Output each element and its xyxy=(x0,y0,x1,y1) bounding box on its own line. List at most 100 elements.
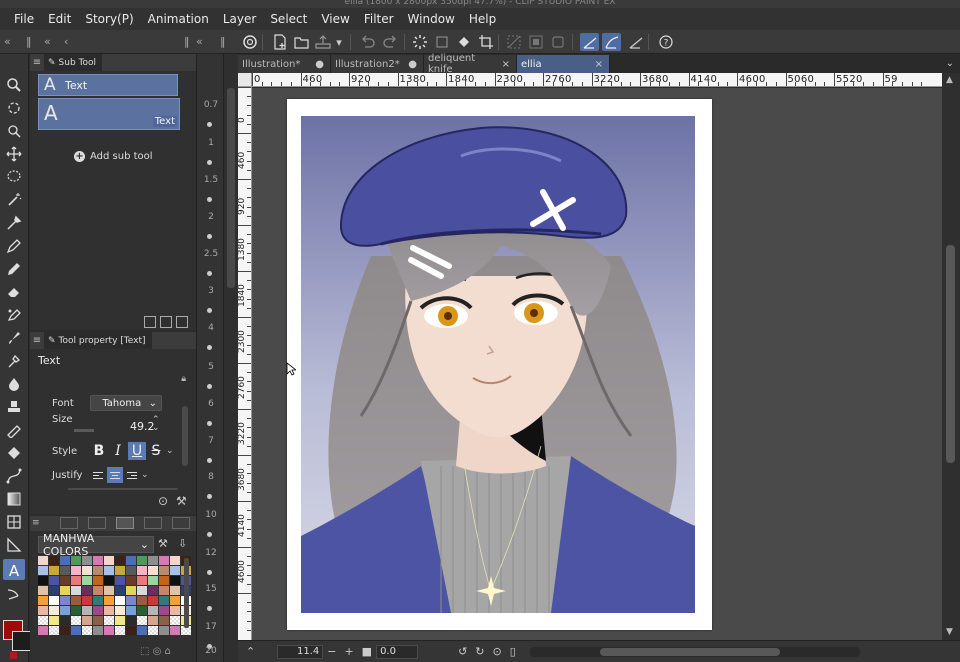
zoom-preset-dot[interactable] xyxy=(207,122,212,127)
import-icon[interactable] xyxy=(144,316,156,328)
color-swatch[interactable] xyxy=(104,556,114,565)
color-swatch[interactable] xyxy=(137,576,147,585)
zoom-preset-label[interactable]: 15 xyxy=(197,584,225,594)
dock-scrollbar[interactable] xyxy=(224,54,238,662)
tab-ellia[interactable]: ellia × xyxy=(517,55,610,73)
double-chevron-left-icon[interactable]: « xyxy=(4,35,11,48)
panel-grip-icon[interactable]: ‖ xyxy=(220,35,226,48)
swatch-scrollbar[interactable] xyxy=(184,558,189,628)
wrench-icon[interactable]: ⚒︎ xyxy=(158,537,168,550)
color-swatch[interactable] xyxy=(115,556,125,565)
chevron-down-icon[interactable]: ⌄ xyxy=(141,470,149,480)
color-swatch[interactable] xyxy=(115,616,125,625)
flip-icon[interactable]: ▯ xyxy=(510,645,516,658)
color-swatch[interactable] xyxy=(137,596,147,605)
help-question-icon[interactable]: ? xyxy=(656,33,675,51)
scroll-up-icon[interactable]: ▲ xyxy=(946,75,953,85)
zoom-preset-dot[interactable] xyxy=(207,384,212,389)
brush-tool-icon[interactable] xyxy=(3,327,25,348)
panel-grip-icon[interactable]: ‖ xyxy=(26,35,32,48)
vector-curve-icon[interactable] xyxy=(3,465,25,486)
ruler-tool-icon[interactable] xyxy=(3,534,25,555)
canvas-paper[interactable] xyxy=(287,99,712,630)
zoom-out-button[interactable]: − xyxy=(327,645,336,658)
color-swatch[interactable] xyxy=(104,596,114,605)
color-swatch[interactable] xyxy=(82,556,92,565)
color-swatch[interactable] xyxy=(148,566,158,575)
zoom-preset-label[interactable]: 8 xyxy=(197,472,225,482)
color-swatch[interactable] xyxy=(170,616,180,625)
size-spinner-icon[interactable]: ⌃ ⌄ xyxy=(152,416,160,433)
zoom-preset-dot[interactable] xyxy=(207,570,212,575)
rotate-right-icon[interactable]: ↻ xyxy=(475,645,484,658)
color-swatch[interactable] xyxy=(93,626,103,635)
color-swatch[interactable] xyxy=(137,566,147,575)
menu-window[interactable]: Window xyxy=(401,8,462,30)
decoration-tool-icon[interactable] xyxy=(3,304,25,325)
zoom-preset-dot[interactable] xyxy=(207,197,212,202)
loading-spinner-icon[interactable] xyxy=(410,33,429,51)
color-swatch[interactable] xyxy=(126,626,136,635)
color-swatch[interactable] xyxy=(38,626,48,635)
color-swatch[interactable] xyxy=(49,576,59,585)
color-swatch[interactable] xyxy=(93,576,103,585)
color-swatch[interactable] xyxy=(170,626,180,635)
zoom-preset-label[interactable]: 10 xyxy=(197,510,225,520)
color-swatch[interactable] xyxy=(71,606,81,615)
color-swatch[interactable] xyxy=(170,566,180,575)
color-swatch[interactable] xyxy=(60,616,70,625)
color-swatch[interactable] xyxy=(71,626,81,635)
download-icon[interactable]: ⇩ xyxy=(178,537,187,550)
color-swatch[interactable] xyxy=(49,616,59,625)
color-swatch[interactable] xyxy=(71,586,81,595)
chevron-down-icon[interactable]: ⌄ xyxy=(946,58,954,69)
color-swatch[interactable] xyxy=(82,606,92,615)
snap-grid-icon[interactable] xyxy=(626,33,645,51)
color-swatch[interactable] xyxy=(159,626,169,635)
close-icon[interactable]: × xyxy=(502,59,510,70)
color-swatch[interactable] xyxy=(137,626,147,635)
color-swatch[interactable] xyxy=(115,576,125,585)
zoom-preset-dot[interactable] xyxy=(207,458,212,463)
color-wheel-tab-icon[interactable] xyxy=(60,517,78,529)
color-swatch[interactable] xyxy=(49,566,59,575)
zoom-preset-label[interactable]: 4 xyxy=(197,323,225,333)
color-swatch-grid[interactable] xyxy=(38,556,191,635)
color-swatch[interactable] xyxy=(159,616,169,625)
color-swatch[interactable] xyxy=(49,556,59,565)
color-swatch[interactable] xyxy=(148,596,158,605)
color-swatch[interactable] xyxy=(148,556,158,565)
color-swatch[interactable] xyxy=(60,626,70,635)
zoom-preset-dot[interactable] xyxy=(207,271,212,276)
menu-view[interactable]: View xyxy=(314,8,356,30)
color-swatch[interactable] xyxy=(93,616,103,625)
menu-select[interactable]: Select xyxy=(263,8,314,30)
color-swatch[interactable] xyxy=(104,616,114,625)
color-swatch[interactable] xyxy=(148,616,158,625)
menu-animation[interactable]: Animation xyxy=(141,8,216,30)
color-swatch[interactable] xyxy=(148,576,158,585)
color-swatch[interactable] xyxy=(126,556,136,565)
color-swatch[interactable] xyxy=(137,606,147,615)
color-swatch[interactable] xyxy=(115,566,125,575)
zoom-in-button[interactable]: + xyxy=(344,645,353,658)
color-swatch[interactable] xyxy=(170,596,180,605)
tab-illustration2[interactable]: Illustration2* ● xyxy=(331,55,424,73)
zoom-preset-dot[interactable] xyxy=(207,160,212,165)
zoom-value-field[interactable]: 11.4 xyxy=(277,644,324,659)
color-swatch[interactable] xyxy=(159,566,169,575)
color-swatch[interactable] xyxy=(71,576,81,585)
blend-tool-icon[interactable] xyxy=(3,373,25,394)
eraser-tool-icon[interactable] xyxy=(3,281,25,302)
color-swatch[interactable] xyxy=(115,596,125,605)
zoom-preset-label[interactable]: 12 xyxy=(197,548,225,558)
color-swatch[interactable] xyxy=(93,596,103,605)
duplicate-icon[interactable] xyxy=(160,316,172,328)
color-history-tab-icon[interactable] xyxy=(172,517,190,529)
horizontal-scrollbar[interactable] xyxy=(529,646,860,657)
color-swatch[interactable] xyxy=(148,586,158,595)
new-file-icon[interactable] xyxy=(270,33,289,51)
zoom-preset-label[interactable]: 1 xyxy=(197,138,225,148)
color-swatch[interactable] xyxy=(49,606,59,615)
text-tool-icon[interactable]: A xyxy=(3,559,25,580)
